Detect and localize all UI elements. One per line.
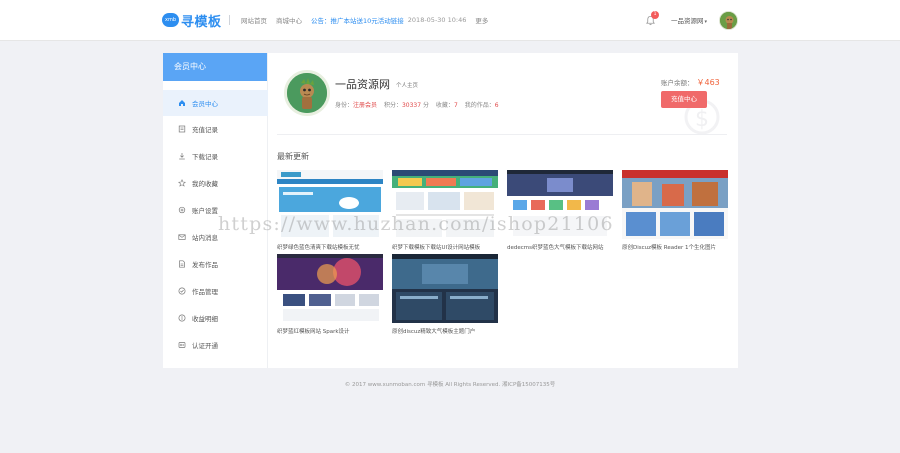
logo-text: 寻模板 [181, 14, 222, 30]
points-value: 30337 [401, 102, 422, 109]
document-icon [177, 260, 186, 269]
sidebar-item-label: 站内消息 [192, 234, 218, 242]
top-bar: xmb 寻模板 网站首页 商城中心 公告：推广本站送10元活动链接 2018-0… [0, 0, 900, 41]
sidebar-item-label: 我的收藏 [192, 180, 218, 188]
template-thumb-6[interactable] [392, 254, 498, 323]
favorites-value: 7 [453, 102, 458, 109]
balance: 账户余额： ￥463 [661, 77, 720, 88]
sidebar-item-certification[interactable]: 认证开通 [163, 332, 268, 358]
thumb-image [277, 254, 383, 323]
top-nav: 网站首页 商城中心 公告：推广本站送10元活动链接 2018-05-30 10:… [241, 14, 497, 26]
template-caption-2[interactable]: 织梦下载模板下载站UI设计网站模板 [392, 243, 500, 251]
identity-value: 注册会员 [353, 102, 378, 109]
sidebar-item-label: 收益明细 [192, 315, 218, 323]
profile-avatar[interactable] [284, 70, 330, 116]
profile-meta: 身份：注册会员 积分：30337 分 收藏：7 我的作品：6 [335, 100, 499, 109]
balance-value: ￥463 [696, 78, 720, 87]
site-logo[interactable]: xmb 寻模板 [162, 10, 222, 30]
template-caption-1[interactable]: 织梦绿色蓝色清爽下载站模板无忧 [277, 243, 385, 251]
avatar-image [720, 12, 737, 29]
nav-shop[interactable]: 商城中心 [276, 15, 302, 25]
sidebar-item-label: 发布作品 [192, 261, 218, 269]
balance-label: 账户余额： [661, 79, 694, 87]
sidebar: 会员中心 会员中心 充值记录 下载记录 我的收藏 账户设置 站内消息 发布作品 [163, 53, 268, 368]
favorites-label: 收藏： [435, 102, 454, 109]
nav-more[interactable]: 更多 [475, 15, 488, 25]
thumb-image [392, 254, 498, 323]
sidebar-item-works-manage[interactable]: 作品管理 [163, 278, 268, 304]
check-circle-icon [177, 287, 186, 296]
sidebar-item-label: 充值记录 [192, 126, 218, 134]
latest-title: 最新更新 [277, 152, 309, 161]
sidebar-item-member-center[interactable]: 会员中心 [163, 90, 268, 116]
sidebar-item-publish[interactable]: 发布作品 [163, 251, 268, 277]
sidebar-item-recharge-records[interactable]: 充值记录 [163, 116, 268, 142]
watermark-overlay: https://www.huzhan.com/ishop21106 [218, 213, 614, 235]
template-caption-5[interactable]: 织梦蓝红模板网站 Spark设计 [277, 327, 385, 335]
sidebar-item-favorites[interactable]: 我的收藏 [163, 170, 268, 196]
sidebar-item-label: 作品管理 [192, 288, 218, 296]
template-thumb-5[interactable] [277, 254, 383, 323]
template-thumb-4[interactable] [622, 170, 728, 239]
sidebar-item-earnings[interactable]: 收益明细 [163, 305, 268, 331]
section-divider [277, 134, 727, 135]
template-caption-3[interactable]: dedecms织梦蓝色大气模板下载站网站 [507, 243, 615, 251]
sidebar-item-label: 认证开通 [192, 342, 218, 350]
chevron-down-icon: ▾ [704, 19, 708, 25]
header-divider [229, 15, 230, 25]
svg-text:$: $ [695, 107, 709, 132]
username-label: 一品资源网 [671, 17, 704, 25]
coin-icon [177, 314, 186, 323]
notice-link[interactable]: 公告：推广本站送10元活动链接 [311, 15, 404, 25]
template-caption-4[interactable]: 原创Discuz模板 Reader 1个生化图片 [622, 243, 730, 251]
sidebar-item-label: 账户设置 [192, 207, 218, 215]
points-unit: 分 [422, 102, 429, 109]
points-label: 积分： [383, 102, 402, 109]
footer-copyright: © 2017 www.xunmoban.com 寻模板 All Rights R… [344, 382, 556, 388]
sidebar-title: 会员中心 [163, 53, 267, 81]
sidebar-item-label: 会员中心 [192, 100, 218, 108]
download-icon [177, 152, 186, 161]
template-caption-6[interactable]: 原创discuz精致大气模板主题门户 [392, 327, 500, 335]
receipt-icon [177, 125, 186, 134]
mail-icon [177, 233, 186, 242]
gear-icon [177, 206, 186, 215]
notice-time: 2018-05-30 10:46 [407, 16, 467, 24]
logo-mark: xmb [162, 13, 179, 27]
identity-label: 身份： [335, 102, 354, 109]
profile-avatar-image [287, 73, 327, 113]
sidebar-item-downloads[interactable]: 下载记录 [163, 143, 268, 169]
profile-tag[interactable]: 个人主页 [396, 81, 418, 89]
sidebar-item-label: 下载记录 [192, 153, 218, 161]
user-menu[interactable]: 一品资源网▾ [671, 15, 707, 25]
badge-icon [177, 341, 186, 350]
thumb-image [622, 170, 728, 239]
recharge-button[interactable]: 充值中心 [661, 91, 707, 108]
works-value: 6 [494, 102, 499, 109]
nav-home[interactable]: 网站首页 [241, 15, 267, 25]
home-icon [177, 99, 186, 108]
star-icon [177, 179, 186, 188]
profile-name: 一品资源网 [335, 78, 390, 91]
notification-badge: 1 [651, 11, 659, 19]
works-label: 我的作品： [464, 102, 495, 109]
avatar[interactable] [719, 11, 738, 30]
